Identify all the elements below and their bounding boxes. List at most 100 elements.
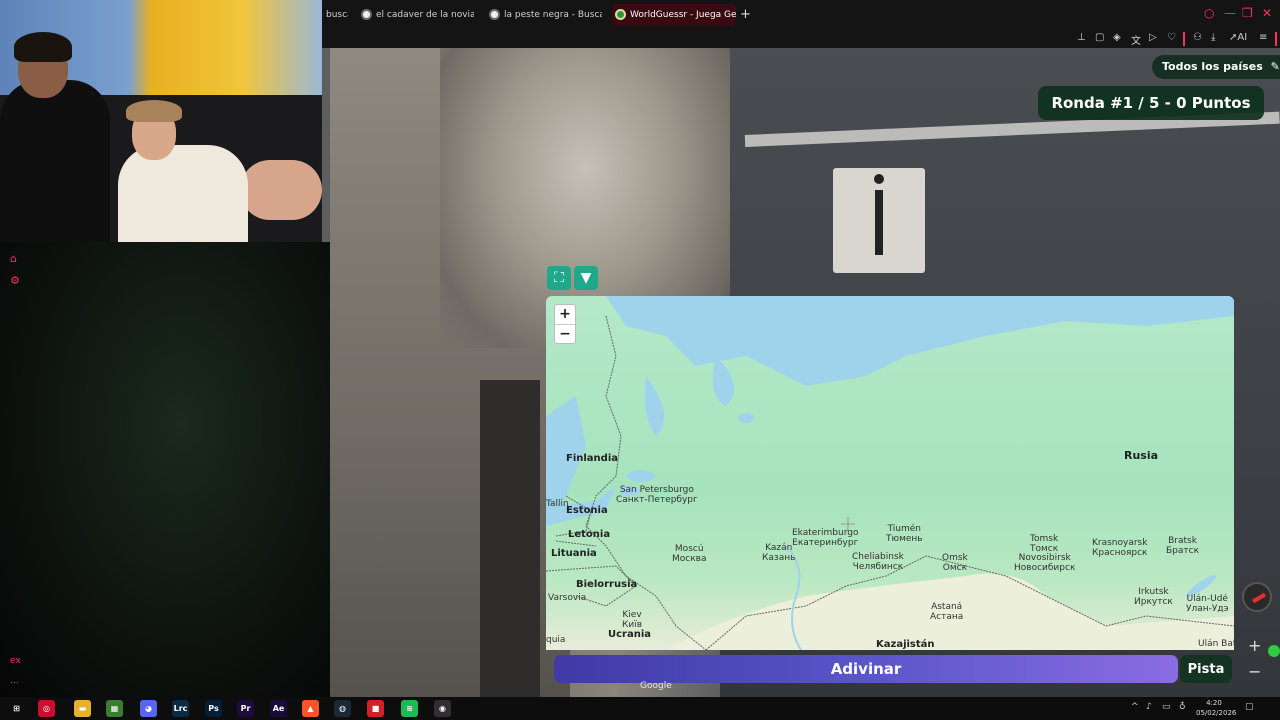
city-name: San Petersburgo [619, 485, 694, 495]
city-name-cyrillic: Москва [672, 554, 707, 564]
edit-icon: ✎ [1270, 60, 1280, 73]
countries-selector[interactable]: Todos los países ✎ [1152, 55, 1280, 79]
translate-icon[interactable]: 文 [1131, 32, 1141, 47]
screenshot-icon[interactable]: ▢ [1095, 32, 1104, 43]
city-ulande: Ulán-Udé Улан-Удэ [1186, 594, 1229, 614]
city-name-cyrillic: Томск [1030, 544, 1059, 554]
globe-icon [615, 9, 626, 20]
taskbar-start-icon[interactable]: ⊞ [8, 700, 25, 717]
play-icon[interactable]: ▷ [1149, 32, 1157, 43]
city-name: Krasnoyarsk [1092, 538, 1148, 548]
taskbar-brave-icon[interactable]: ▲ [302, 700, 319, 717]
google-attribution: Google [640, 681, 672, 691]
volume-icon[interactable]: ♪ [1146, 702, 1152, 712]
close-button[interactable]: ✕ [1262, 6, 1272, 20]
extension-icon[interactable]: ⚇ [1193, 32, 1202, 43]
city-name-cyrillic: Улан-Удэ [1186, 604, 1229, 614]
status-indicator [1268, 645, 1280, 657]
person-legs [240, 160, 322, 220]
label-finlandia: Finlandia [566, 453, 619, 464]
tab-cadaver-novia[interactable]: el cadaver de la novia - Bu [358, 4, 474, 26]
tab-worldguessr[interactable]: WorldGuessr - Juega Geo [612, 4, 736, 26]
dark-video-panel [0, 242, 330, 697]
maximize-button[interactable]: ❐ [1242, 6, 1253, 20]
taskbar-premiere-icon[interactable]: Pr [237, 700, 254, 717]
speed-label: ex [10, 656, 21, 666]
label-ucrania: Ucrania [608, 629, 652, 640]
menu-icon[interactable]: ≡ [1259, 32, 1267, 43]
taskbar-spotify-icon[interactable]: ≋ [401, 700, 418, 717]
label-estonia: Estonia [566, 505, 608, 516]
map-geography [546, 296, 1234, 650]
guess-map[interactable]: Finlandia Estonia Letonia Lituania Bielo… [546, 296, 1234, 650]
city-name: Omsk [942, 553, 968, 563]
taskbar-after-effects-icon[interactable]: Ae [270, 700, 287, 717]
new-tab-button[interactable]: + [740, 4, 751, 26]
google-icon [361, 9, 372, 20]
city-krasno: Krasnoyarsk Красноярск [1092, 538, 1147, 558]
search-icon[interactable]: ○ [1204, 6, 1214, 20]
system-clock[interactable]: 4:20 05/02/2026 [1196, 698, 1237, 718]
map-zoom-control: + − [554, 304, 576, 344]
clock-time: 4:20 [1206, 699, 1222, 707]
browser-tab-bar: buscar el cadaver de la novia - Bu la pe… [322, 0, 1280, 30]
hint-button[interactable]: Pista [1180, 655, 1232, 683]
city-kiev: Kiev Київ [622, 610, 642, 630]
city-name: Tiumén [887, 524, 922, 534]
taskbar-obs-icon[interactable]: ◉ [434, 700, 451, 717]
taskbar-lightroom-classic-icon[interactable]: Lrc [172, 700, 189, 717]
city-quia: quia [546, 635, 566, 645]
label-kazajistan: Kazajistán [876, 639, 935, 650]
network-icon[interactable]: ▭ [1162, 702, 1171, 712]
city-name: Bratsk [1168, 536, 1197, 546]
taskbar-file-explorer-icon[interactable]: ▬ [74, 700, 91, 717]
minimize-button[interactable]: — [1224, 6, 1236, 20]
compass-icon[interactable] [1242, 582, 1272, 612]
taskbar-minecraft-icon[interactable]: ▦ [106, 700, 123, 717]
fullscreen-icon[interactable]: ⛶ [547, 266, 571, 290]
browser-toolbar: ⊥ ▢ ◈ 文 ▷ ♡ ⚇ ⤓ ➚AI ≡ [322, 30, 1280, 48]
city-name-cyrillic: Челябинск [852, 562, 904, 572]
ai-button[interactable]: ➚AI [1229, 32, 1247, 43]
city-ulanbat: Ulán Bat [1198, 639, 1234, 649]
taskbar-app-red-icon[interactable]: ■ [367, 700, 384, 717]
clock-date: 05/02/2026 [1196, 709, 1237, 717]
settings-icon[interactable]: ⚙ [10, 274, 20, 287]
microphone-icon[interactable]: ♁ [1179, 702, 1186, 712]
pin-icon[interactable]: ⊥ [1077, 32, 1086, 43]
city-name: Cheliabinsk [852, 552, 904, 562]
home-icon[interactable]: ⌂ [10, 252, 17, 265]
taskbar-browser-app-icon[interactable]: ◎ [38, 700, 55, 717]
city-name-cyrillic: Екатеринбург [792, 538, 859, 548]
info-sign-dot [874, 174, 884, 184]
notification-icon[interactable]: ▢ [1245, 702, 1254, 712]
city-omsk: Omsk Омск [942, 553, 968, 573]
zoom-in-button[interactable]: + [555, 305, 575, 324]
more-dots[interactable]: ... [10, 676, 19, 686]
guess-button[interactable]: Adivinar [554, 655, 1178, 683]
taskbar-steam-icon[interactable]: ◍ [334, 700, 351, 717]
person-left [0, 80, 110, 242]
city-tiumen: Tiumén Тюмень [886, 524, 923, 544]
city-bratsk: Bratsk Братск [1166, 536, 1199, 556]
tray-chevron-icon[interactable]: ^ [1131, 702, 1139, 712]
pin-map-icon[interactable]: ▼ [574, 266, 598, 290]
shield-icon[interactable]: ◈ [1113, 32, 1121, 43]
taskbar-discord-icon[interactable]: ◕ [140, 700, 157, 717]
city-name-cyrillic: Братск [1166, 546, 1200, 556]
city-name-cyrillic: Київ [622, 620, 643, 630]
city-kazan: Kazán Казань [762, 543, 795, 563]
sv-zoom-in-button[interactable]: + [1248, 636, 1261, 655]
heart-icon[interactable]: ♡ [1167, 32, 1176, 43]
round-status: Ronda #1 / 5 - 0 Puntos [1038, 86, 1264, 120]
city-name: Novosibirsk [1018, 553, 1071, 563]
sv-zoom-out-button[interactable]: − [1248, 662, 1261, 681]
tab-buscar[interactable]: buscar [324, 4, 348, 26]
zoom-out-button[interactable]: − [555, 324, 575, 343]
download-icon[interactable]: ⤓ [1211, 32, 1215, 43]
city-stpete: San Petersburgo Санкт-Петербург [616, 485, 698, 505]
tab-peste-negra[interactable]: la peste negra - Buscar co [486, 4, 602, 26]
city-name: Ulán-Udé [1186, 594, 1228, 604]
tab-title: WorldGuessr - Juega Geo [630, 10, 736, 20]
taskbar-photoshop-icon[interactable]: Ps [205, 700, 222, 717]
